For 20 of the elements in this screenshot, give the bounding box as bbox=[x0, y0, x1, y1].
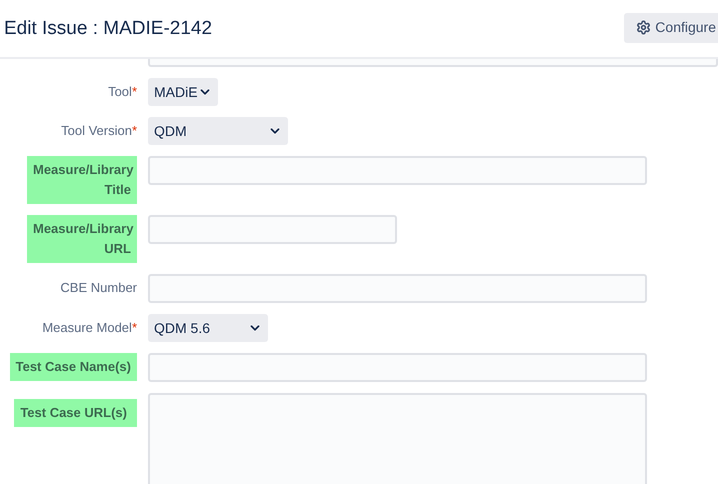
input-field[interactable] bbox=[148, 215, 397, 244]
field-label: Measure/Library Title bbox=[27, 156, 137, 204]
field-label: Test Case URL(s) bbox=[14, 399, 137, 427]
field-label: Tool Version* bbox=[61, 122, 137, 140]
select-dropdown[interactable]: QDM 5.6 bbox=[148, 314, 268, 342]
select-dropdown[interactable]: QDM bbox=[148, 117, 288, 145]
settings-icon bbox=[636, 20, 652, 35]
input-field[interactable] bbox=[148, 274, 647, 303]
field-label: Test Case Name(s) bbox=[10, 353, 137, 381]
input-field[interactable] bbox=[148, 353, 647, 382]
field-label: Tool* bbox=[108, 83, 137, 101]
field-label: Measure Model* bbox=[42, 319, 137, 337]
page-title: Edit Issue : MADIE-2142 bbox=[4, 17, 212, 42]
input-field[interactable] bbox=[148, 59, 718, 67]
field-label: Measure/Library URL bbox=[27, 215, 137, 263]
field-label: CBE Number bbox=[60, 279, 137, 297]
input-field[interactable] bbox=[148, 156, 647, 185]
text-area[interactable] bbox=[148, 393, 647, 484]
select-dropdown[interactable]: MADiE bbox=[148, 78, 218, 106]
configure-button[interactable]: Configure bbox=[624, 12, 718, 42]
